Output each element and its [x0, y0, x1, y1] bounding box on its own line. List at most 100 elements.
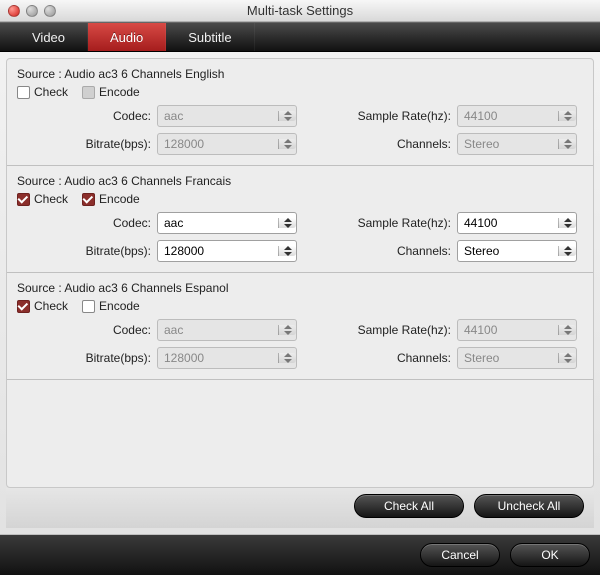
checkbox-icon [17, 193, 30, 206]
source-prefix: Source : [17, 67, 62, 81]
tab-subtitle-label: Subtitle [188, 30, 231, 45]
uncheck-all-label: Uncheck All [498, 499, 561, 513]
check-all-label: Check All [384, 499, 434, 513]
bitrate-value: 128000 [158, 137, 278, 151]
stepper-icon [558, 111, 576, 121]
check-label: Check [34, 192, 68, 206]
sample-rate-label: Sample Rate(hz): [337, 323, 457, 337]
stepper-icon [558, 353, 576, 363]
stepper-icon [278, 218, 296, 228]
tab-audio-label: Audio [110, 30, 143, 45]
tab-subtitle[interactable]: Subtitle [166, 23, 254, 51]
cancel-label: Cancel [441, 548, 478, 562]
titlebar: Multi-task Settings [0, 0, 600, 22]
sample-rate-select: 44100 [457, 105, 577, 127]
channels-select[interactable]: Stereo [457, 240, 577, 262]
bitrate-label: Bitrate(bps): [17, 351, 157, 365]
bitrate-select[interactable]: 128000 [157, 240, 297, 262]
encode-label: Encode [99, 192, 140, 206]
audio-track: Source : Audio ac3 6 Channels Espanol Ch… [7, 273, 593, 380]
audio-panel: Source : Audio ac3 6 Channels English Ch… [6, 58, 594, 488]
source-line: Source : Audio ac3 6 Channels Francais [17, 172, 583, 192]
source-value: Audio ac3 6 Channels Francais [64, 174, 231, 188]
encode-label: Encode [99, 299, 140, 313]
ok-label: OK [541, 548, 558, 562]
source-prefix: Source : [17, 281, 62, 295]
cancel-button[interactable]: Cancel [420, 543, 500, 567]
codec-value: aac [158, 323, 278, 337]
sample-rate-select: 44100 [457, 319, 577, 341]
bitrate-select: 128000 [157, 133, 297, 155]
codec-value: aac [158, 109, 278, 123]
channels-select: Stereo [457, 133, 577, 155]
zoom-icon[interactable] [44, 5, 56, 17]
checkbox-icon [17, 86, 30, 99]
ok-button[interactable]: OK [510, 543, 590, 567]
footer: Cancel OK [0, 535, 600, 575]
channels-label: Channels: [337, 137, 457, 151]
source-line: Source : Audio ac3 6 Channels English [17, 65, 583, 85]
stepper-icon [278, 353, 296, 363]
stepper-icon [278, 325, 296, 335]
checkbox-icon [82, 86, 95, 99]
check-checkbox[interactable]: Check [17, 192, 68, 206]
stepper-icon [558, 246, 576, 256]
encode-checkbox: Encode [82, 85, 140, 99]
bitrate-value: 128000 [158, 244, 278, 258]
bitrate-label: Bitrate(bps): [17, 244, 157, 258]
check-all-button[interactable]: Check All [354, 494, 464, 518]
stepper-icon [558, 139, 576, 149]
sample-rate-label: Sample Rate(hz): [337, 216, 457, 230]
channels-value: Stereo [458, 351, 558, 365]
stepper-icon [278, 139, 296, 149]
stepper-icon [278, 246, 296, 256]
stepper-icon [558, 325, 576, 335]
minimize-icon[interactable] [26, 5, 38, 17]
checkbox-icon [17, 300, 30, 313]
sample-rate-value: 44100 [458, 109, 558, 123]
codec-select: aac [157, 105, 297, 127]
sample-rate-value: 44100 [458, 216, 558, 230]
tab-video-label: Video [32, 30, 65, 45]
check-checkbox[interactable]: Check [17, 85, 68, 99]
check-label: Check [34, 299, 68, 313]
codec-value: aac [158, 216, 278, 230]
close-icon[interactable] [8, 5, 20, 17]
window-controls [8, 5, 56, 17]
channels-value: Stereo [458, 137, 558, 151]
encode-checkbox[interactable]: Encode [82, 299, 140, 313]
channels-value: Stereo [458, 244, 558, 258]
channels-select: Stereo [457, 347, 577, 369]
channels-label: Channels: [337, 244, 457, 258]
check-checkbox[interactable]: Check [17, 299, 68, 313]
source-line: Source : Audio ac3 6 Channels Espanol [17, 279, 583, 299]
channels-label: Channels: [337, 351, 457, 365]
tab-strip: Video Audio Subtitle [0, 22, 600, 52]
bitrate-value: 128000 [158, 351, 278, 365]
bitrate-select: 128000 [157, 347, 297, 369]
audio-track: Source : Audio ac3 6 Channels Francais C… [7, 166, 593, 273]
sample-rate-label: Sample Rate(hz): [337, 109, 457, 123]
stepper-icon [558, 218, 576, 228]
source-value: Audio ac3 6 Channels English [64, 67, 224, 81]
source-prefix: Source : [17, 174, 62, 188]
tab-audio[interactable]: Audio [88, 23, 166, 51]
bitrate-label: Bitrate(bps): [17, 137, 157, 151]
uncheck-all-button[interactable]: Uncheck All [474, 494, 584, 518]
codec-select[interactable]: aac [157, 212, 297, 234]
checkbox-icon [82, 300, 95, 313]
stepper-icon [278, 111, 296, 121]
tab-video[interactable]: Video [10, 23, 88, 51]
encode-label: Encode [99, 85, 140, 99]
codec-select: aac [157, 319, 297, 341]
source-value: Audio ac3 6 Channels Espanol [64, 281, 228, 295]
panel-button-bar: Check All Uncheck All [6, 488, 594, 528]
encode-checkbox[interactable]: Encode [82, 192, 140, 206]
sample-rate-select[interactable]: 44100 [457, 212, 577, 234]
audio-track: Source : Audio ac3 6 Channels English Ch… [7, 59, 593, 166]
checkbox-icon [82, 193, 95, 206]
codec-label: Codec: [17, 323, 157, 337]
codec-label: Codec: [17, 216, 157, 230]
codec-label: Codec: [17, 109, 157, 123]
check-label: Check [34, 85, 68, 99]
